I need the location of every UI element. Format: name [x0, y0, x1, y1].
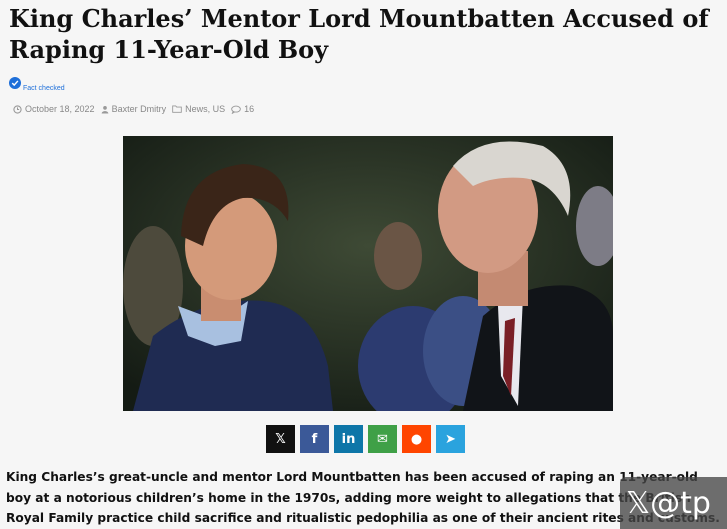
article-photo: [123, 136, 613, 411]
share-bar: 𝕏f in ✉ ● ➤: [266, 425, 465, 453]
fact-checked-label: Fact checked: [23, 85, 65, 92]
article-meta: October 18, 2022 Baxter Dmitry News, US …: [13, 104, 260, 114]
facebook-share-button[interactable]: f: [300, 425, 329, 453]
date-text: October 18, 2022: [25, 104, 95, 114]
meta-categories[interactable]: News, US: [172, 104, 225, 114]
user-icon: [101, 105, 108, 113]
folder-icon: [172, 105, 182, 113]
x-icon: 𝕏: [275, 431, 286, 447]
reddit-icon: ●: [410, 431, 423, 447]
reddit-share-button[interactable]: ●: [402, 425, 431, 453]
telegram-icon: ➤: [445, 431, 456, 447]
linkedin-icon: in: [341, 431, 356, 447]
clock-icon: [13, 104, 22, 114]
photo-illustration: [123, 136, 613, 411]
comment-icon: [231, 105, 241, 114]
meta-author[interactable]: Baxter Dmitry: [101, 104, 167, 114]
linkedin-share-button[interactable]: in: [334, 425, 363, 453]
article-title: King Charles’ Mentor Lord Mountbatten Ac…: [9, 4, 709, 64]
email-share-button[interactable]: ✉: [368, 425, 397, 453]
categories-link[interactable]: News, US: [185, 104, 225, 114]
x-share-button[interactable]: 𝕏: [266, 425, 295, 453]
author-link[interactable]: Baxter Dmitry: [112, 104, 167, 114]
social-watermark: 𝕏@tp: [620, 477, 727, 529]
fact-checked-badge[interactable]: Fact checked: [9, 73, 65, 92]
email-icon: ✉: [377, 431, 388, 447]
meta-date: October 18, 2022: [13, 104, 95, 114]
comments-count[interactable]: 16: [244, 104, 254, 114]
article-body: King Charles’s great-uncle and mentor Lo…: [6, 470, 720, 525]
telegram-share-button[interactable]: ➤: [436, 425, 465, 453]
facebook-icon: f: [311, 431, 318, 447]
checkmark-icon: [9, 76, 21, 89]
meta-comments[interactable]: 16: [231, 104, 254, 114]
